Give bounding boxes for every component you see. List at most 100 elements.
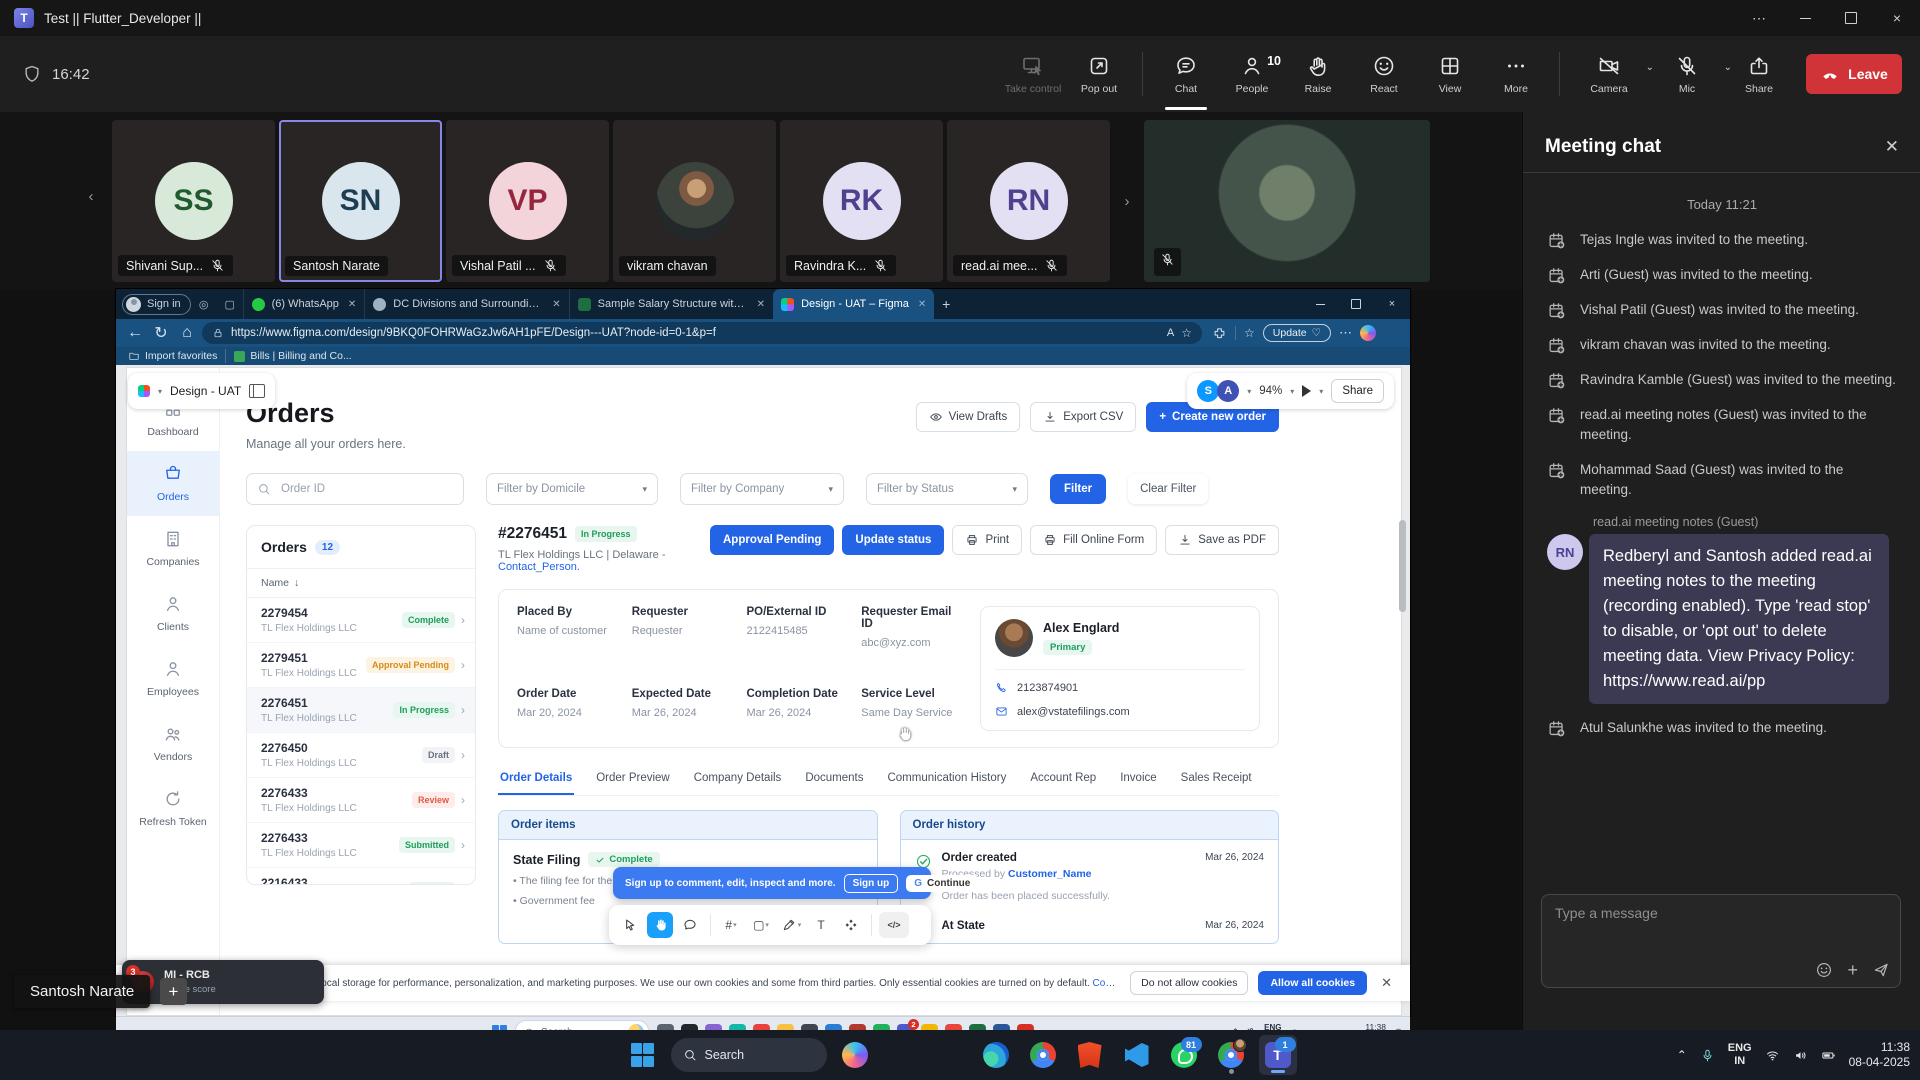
- chat-close-icon[interactable]: ✕: [1885, 137, 1899, 157]
- browser-tab[interactable]: (6) WhatsApp✕: [243, 289, 365, 319]
- tab-close-icon[interactable]: ✕: [552, 299, 560, 310]
- chevron-down-icon[interactable]: ▾: [733, 921, 737, 929]
- figma-scrollbar[interactable]: [1399, 520, 1406, 612]
- wifi-icon[interactable]: [1765, 1048, 1780, 1063]
- fill-online-form-button[interactable]: Fill Online Form: [1030, 525, 1157, 555]
- control-people[interactable]: 10People: [1219, 48, 1285, 101]
- list-sort-header[interactable]: Name ↓: [247, 568, 475, 598]
- sidebar-item-companies[interactable]: Companies: [127, 516, 219, 581]
- figma-share-button[interactable]: Share: [1331, 379, 1384, 403]
- edge-signin-button[interactable]: Sign in: [122, 294, 191, 315]
- participant-tile[interactable]: VPVishal Patil ...: [446, 120, 609, 282]
- sidebar-item-refresh-token[interactable]: Refresh Token: [127, 776, 219, 841]
- battery-icon[interactable]: [1821, 1048, 1836, 1063]
- dev-mode-tool[interactable]: </>: [879, 912, 909, 938]
- control-mic[interactable]: ⌄Mic: [1648, 48, 1726, 101]
- window-maximize-button[interactable]: [1828, 0, 1874, 36]
- cookie-close-icon[interactable]: ✕: [1377, 975, 1396, 991]
- cursor-tool[interactable]: [617, 912, 643, 938]
- control-chat[interactable]: Chat: [1153, 48, 1219, 101]
- control-pop-out[interactable]: Pop out: [1066, 48, 1132, 101]
- strip-scroll-left-button[interactable]: ‹: [78, 176, 104, 216]
- tray-chevron-icon[interactable]: ⌃: [1677, 1048, 1687, 1062]
- edge-minimize-button[interactable]: [1302, 289, 1338, 319]
- participant-tile-video[interactable]: [1144, 120, 1430, 282]
- start-button[interactable]: [624, 1035, 662, 1075]
- tab-account-rep[interactable]: Account Rep: [1028, 772, 1098, 795]
- extensions-icon[interactable]: [1212, 326, 1227, 341]
- tab-actions-icon[interactable]: ▢: [217, 293, 243, 315]
- browser-tab[interactable]: Sample Salary Structure with calc✕: [569, 289, 773, 319]
- taskbar-app-copilot[interactable]: [836, 1035, 874, 1075]
- volume-icon[interactable]: [1793, 1048, 1808, 1063]
- control-camera[interactable]: ⌄Camera: [1570, 48, 1648, 101]
- sidebar-item-employees[interactable]: Employees: [127, 646, 219, 711]
- export-csv-button[interactable]: Export CSV: [1030, 402, 1136, 432]
- filter-domicile-select[interactable]: Filter by Domicile▾: [486, 473, 658, 505]
- chevron-down-icon[interactable]: ▾: [798, 921, 802, 929]
- control-more[interactable]: More: [1483, 48, 1549, 101]
- component-tool[interactable]: [838, 912, 864, 938]
- filter-status-select[interactable]: Filter by Status▾: [866, 473, 1028, 505]
- update-browser-button[interactable]: Update ♡: [1263, 324, 1331, 342]
- clock[interactable]: 11:3808-04-2025: [1849, 1040, 1910, 1070]
- order-row[interactable]: 2216433TL Flex Holdings LLCCreated›: [247, 868, 475, 885]
- taskbar-app-chrome-profile[interactable]: [1212, 1035, 1250, 1075]
- present-icon[interactable]: [1302, 385, 1311, 397]
- edge-close-button[interactable]: ×: [1374, 289, 1410, 319]
- copilot-icon[interactable]: [1360, 325, 1376, 341]
- sidebar-item-orders[interactable]: Orders: [127, 451, 219, 516]
- back-icon[interactable]: ←: [124, 322, 146, 344]
- tab-company-details[interactable]: Company Details: [692, 772, 784, 795]
- new-tab-button[interactable]: +: [934, 292, 958, 316]
- order-row[interactable]: 2276433TL Flex Holdings LLCReview›: [247, 778, 475, 823]
- participant-tile[interactable]: SNSantosh Narate: [279, 120, 442, 282]
- bookmark-import-favorites[interactable]: Import favorites: [128, 350, 217, 362]
- favorite-star-icon[interactable]: ☆: [1181, 326, 1192, 340]
- signup-button[interactable]: Sign up: [844, 874, 899, 893]
- deny-cookies-button[interactable]: Do not allow cookies: [1130, 971, 1248, 995]
- participant-tile[interactable]: RKRavindra K...: [780, 120, 943, 282]
- print-button[interactable]: Print: [952, 525, 1022, 555]
- send-icon[interactable]: [1872, 961, 1890, 979]
- tab-close-icon[interactable]: ✕: [918, 299, 926, 310]
- filter-button[interactable]: Filter: [1050, 474, 1106, 504]
- frame-tool[interactable]: #▾: [718, 912, 744, 938]
- chevron-down-icon[interactable]: ▾: [765, 921, 769, 929]
- view-drafts-button[interactable]: View Drafts: [916, 402, 1021, 432]
- taskbar-app-teams[interactable]: T1: [1259, 1035, 1297, 1075]
- shape-tool[interactable]: ▢▾: [748, 912, 774, 938]
- taskbar-app-file-explorer[interactable]: [930, 1035, 968, 1075]
- pen-tool[interactable]: ▾: [778, 912, 804, 938]
- window-close-button[interactable]: ×: [1874, 0, 1920, 36]
- control-raise[interactable]: Raise: [1285, 48, 1351, 101]
- google-continue-button[interactable]: G Continue: [906, 875, 978, 892]
- text-tool-tool[interactable]: T: [808, 912, 834, 938]
- read-aloud-icon[interactable]: A: [1167, 327, 1174, 339]
- mic-tray-icon[interactable]: [1700, 1048, 1715, 1063]
- allow-cookies-button[interactable]: Allow all cookies: [1258, 971, 1367, 995]
- tab-close-icon[interactable]: ✕: [757, 299, 765, 310]
- collections-star-icon[interactable]: ☆: [1244, 326, 1255, 340]
- comment-tool[interactable]: [677, 912, 703, 938]
- tab-invoice[interactable]: Invoice: [1118, 772, 1158, 795]
- taskbar-app-brave[interactable]: [1071, 1035, 1109, 1075]
- game-score-widget[interactable]: 3 MI - RCB Game score: [122, 960, 324, 1004]
- window-minimize-button[interactable]: [1782, 0, 1828, 36]
- clear-filter-button[interactable]: Clear Filter: [1128, 474, 1208, 504]
- tab-communication-history[interactable]: Communication History: [885, 772, 1008, 795]
- contact-person-link[interactable]: Contact_Person.: [498, 561, 580, 573]
- order-row[interactable]: 2276450TL Flex Holdings LLCDraft›: [247, 733, 475, 778]
- taskbar-app-game-hub[interactable]: [883, 1035, 921, 1075]
- figma-file-pill[interactable]: ▾ Design - UAT: [128, 373, 275, 409]
- collaborator-avatar[interactable]: S: [1197, 380, 1219, 402]
- order-row[interactable]: 2276433TL Flex Holdings LLCSubmitted›: [247, 823, 475, 868]
- collaborator-avatar[interactable]: A: [1217, 380, 1239, 402]
- taskbar-app-chrome[interactable]: [1024, 1035, 1062, 1075]
- filter-company-select[interactable]: Filter by Company▾: [680, 473, 844, 505]
- browser-menu-icon[interactable]: ⋯: [1339, 325, 1352, 341]
- sidebar-item-vendors[interactable]: Vendors: [127, 711, 219, 776]
- url-field[interactable]: https://www.figma.com/design/9BKQ0FOHRWa…: [202, 322, 1202, 344]
- tab-documents[interactable]: Documents: [803, 772, 865, 795]
- control-react[interactable]: React: [1351, 48, 1417, 101]
